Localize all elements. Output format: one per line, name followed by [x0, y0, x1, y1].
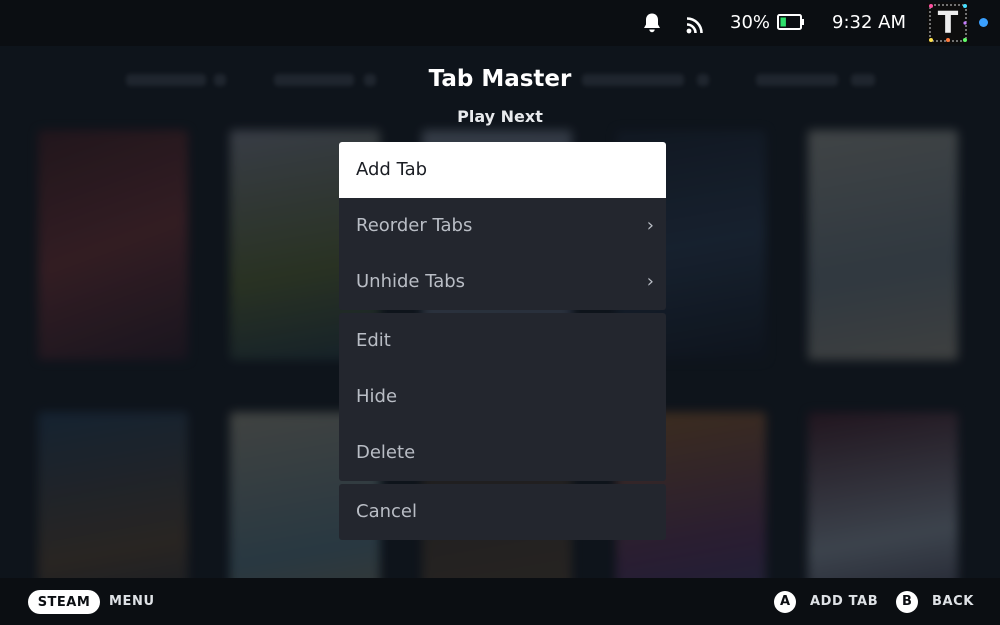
chevron-right-icon: › [646, 271, 654, 292]
menu-item-label: Edit [356, 330, 391, 351]
menu-item-label: Cancel [356, 501, 417, 522]
b-button-icon: B [896, 591, 918, 613]
avatar[interactable]: T [927, 2, 969, 44]
menu-group-cancel: Cancel [339, 484, 666, 540]
a-button-icon: A [774, 591, 796, 613]
online-status-dot [979, 18, 988, 27]
menu-item-cancel[interactable]: Cancel [339, 484, 666, 540]
menu-hint-label: MENU [109, 594, 155, 609]
chevron-right-icon: › [646, 215, 654, 236]
wifi-icon[interactable] [685, 13, 707, 35]
dialog-title: Tab Master [428, 66, 572, 92]
menu-item-unhide-tabs[interactable]: Unhide Tabs › [339, 254, 666, 310]
footer-bar: STEAM MENU A ADD TAB B BACK [0, 578, 1000, 625]
steam-button[interactable]: STEAM [28, 590, 100, 614]
battery-percent: 30% [730, 12, 771, 33]
menu-item-label: Delete [356, 442, 416, 463]
menu-item-label: Hide [356, 386, 398, 407]
menu-item-hide[interactable]: Hide [339, 369, 666, 425]
back-hint[interactable]: BACK [932, 591, 974, 613]
menu-group-tabs: Add Tab Reorder Tabs › Unhide Tabs › [339, 142, 666, 310]
menu-item-edit[interactable]: Edit [339, 313, 666, 369]
menu-group-actions: Edit Hide Delete [339, 313, 666, 481]
status-bar: 30% 9:32 AM T [0, 0, 1000, 46]
menu-item-label: Unhide Tabs [356, 271, 466, 292]
context-menu: Add Tab Reorder Tabs › Unhide Tabs › Edi… [339, 142, 666, 543]
dialog-subtitle: Play Next [457, 107, 543, 126]
bell-icon[interactable] [642, 12, 662, 34]
menu-item-add-tab[interactable]: Add Tab [339, 142, 666, 198]
menu-item-delete[interactable]: Delete [339, 425, 666, 481]
add-tab-hint[interactable]: ADD TAB [810, 591, 878, 613]
menu-item-reorder-tabs[interactable]: Reorder Tabs › [339, 198, 666, 254]
clock: 9:32 AM [832, 12, 906, 33]
menu-item-label: Reorder Tabs [356, 215, 473, 236]
battery-icon[interactable] [777, 14, 805, 30]
avatar-letter: T [938, 6, 959, 41]
menu-item-label: Add Tab [356, 159, 428, 180]
